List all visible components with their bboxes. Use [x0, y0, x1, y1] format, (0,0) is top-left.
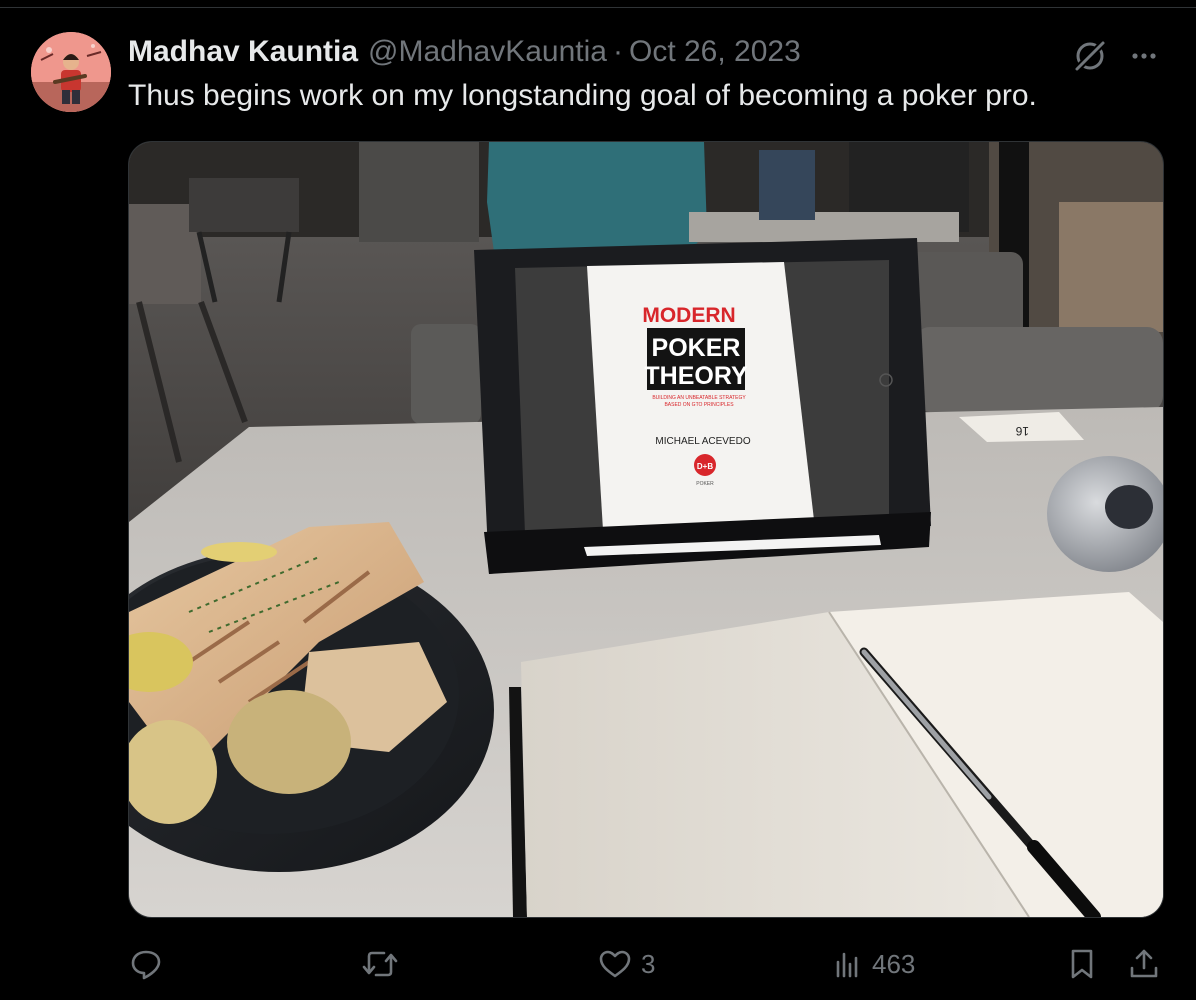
author-handle[interactable]: @MadhavKauntia [368, 35, 607, 69]
table-number: 16 [1015, 424, 1029, 438]
like-icon[interactable] [597, 946, 633, 982]
views-count: 463 [872, 948, 916, 979]
author-name[interactable]: Madhav Kauntia [128, 35, 358, 69]
share-icon[interactable] [1126, 946, 1162, 982]
tweet[interactable]: Madhav Kauntia @MadhavKauntia · Oct 26, … [0, 8, 1196, 1000]
book-subtitle-line1: BUILDING AN UNBEATABLE STRATEGY [652, 395, 746, 401]
publisher-sub: POKER [696, 481, 714, 487]
avatar[interactable] [31, 32, 111, 112]
bookmark-icon[interactable] [1064, 946, 1100, 982]
publisher-logo: D+B [697, 462, 713, 471]
tweet-header: Madhav Kauntia @MadhavKauntia · Oct 26, … [128, 32, 801, 72]
retweet-icon[interactable] [360, 946, 400, 982]
share-button[interactable] [1126, 938, 1162, 990]
reply-button[interactable] [128, 938, 172, 990]
book-author: MICHAEL ACEVEDO [655, 436, 750, 447]
tweet-actions: 3 463 [0, 938, 1196, 990]
more-icon[interactable] [1124, 36, 1164, 76]
like-count: 3 [641, 948, 656, 979]
header-separator: · [612, 35, 623, 68]
book-title-line2: POKER [652, 334, 741, 362]
retweet-button[interactable] [360, 938, 408, 990]
like-button[interactable]: 3 [597, 938, 655, 990]
book-subtitle-line2: BASED ON GTO PRINCIPLES [664, 402, 734, 408]
tweet-photo[interactable]: 16 MODERN POKER THEORY BUILDING AN UNBEA… [128, 141, 1164, 918]
book-title-line1: MODERN [642, 304, 735, 327]
views-button[interactable]: 463 [832, 938, 915, 990]
tweet-text: Thus begins work on my longstanding goal… [128, 79, 1037, 112]
reply-icon[interactable] [128, 946, 164, 982]
views-icon[interactable] [832, 946, 864, 982]
bookmark-button[interactable] [1064, 938, 1100, 990]
grok-icon[interactable] [1070, 36, 1110, 76]
book-title-line3: THEORY [644, 362, 748, 390]
tweet-date[interactable]: Oct 26, 2023 [629, 35, 801, 69]
